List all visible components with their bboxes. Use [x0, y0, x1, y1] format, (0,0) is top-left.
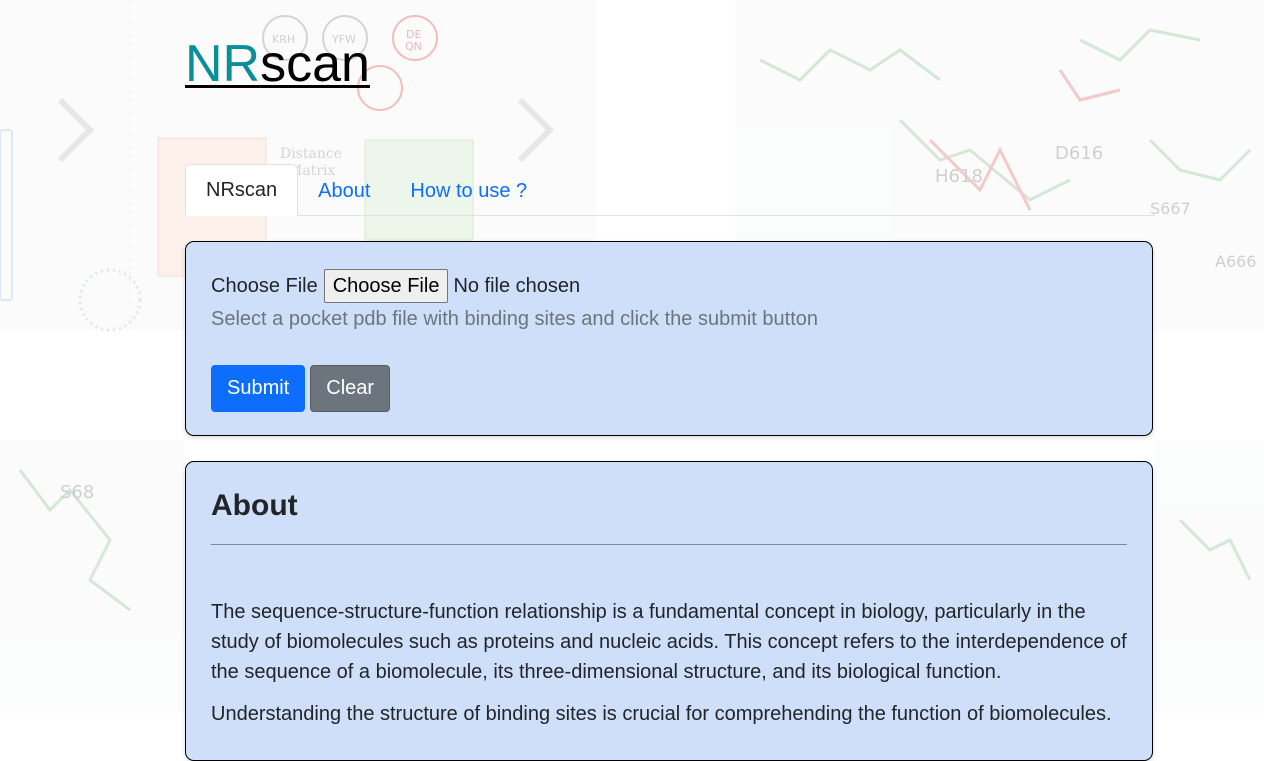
tab-nrscan[interactable]: NRscan	[185, 164, 299, 216]
upload-card: Choose File Choose File No file chosen S…	[185, 241, 1153, 436]
file-status: No file chosen	[453, 274, 581, 297]
bg-residue-label: A666	[1215, 252, 1256, 271]
brand-rest: scan	[260, 35, 370, 93]
about-heading: About	[211, 489, 298, 522]
clear-button[interactable]: Clear	[310, 365, 391, 412]
file-input-row: Choose File Choose File No file chosen	[211, 268, 1127, 304]
about-divider	[211, 544, 1127, 545]
tab-how-to-use[interactable]: How to use ?	[390, 166, 547, 216]
form-actions: Submit Clear	[211, 365, 1127, 412]
about-card: About The sequence-structure-function re…	[185, 461, 1153, 761]
submit-button[interactable]: Submit	[211, 365, 306, 412]
bg-box-label: Distance	[280, 146, 342, 162]
tab-about[interactable]: About	[298, 166, 390, 216]
about-paragraph: The sequence-structure-function relation…	[211, 601, 1127, 683]
nav-tabs: NRscan About How to use ?	[185, 164, 1155, 216]
choose-file-button[interactable]: Choose File	[323, 269, 449, 303]
file-input-label: Choose File	[211, 274, 318, 297]
site-logo-link[interactable]: NRscan	[185, 34, 370, 94]
bg-node-label: DE	[406, 28, 421, 41]
bg-residue-label: D616	[1055, 143, 1103, 164]
bg-node-label: QN	[405, 40, 422, 53]
file-help-text: Select a pocket pdb file with binding si…	[211, 308, 819, 330]
about-body: The sequence-structure-function relation…	[211, 597, 1127, 729]
brand-accent: NR	[185, 35, 261, 93]
bg-residue-label: S68	[60, 482, 94, 503]
about-paragraph: Understanding the structure of binding s…	[211, 703, 1112, 725]
bg-residue-label: S667	[1150, 199, 1191, 218]
